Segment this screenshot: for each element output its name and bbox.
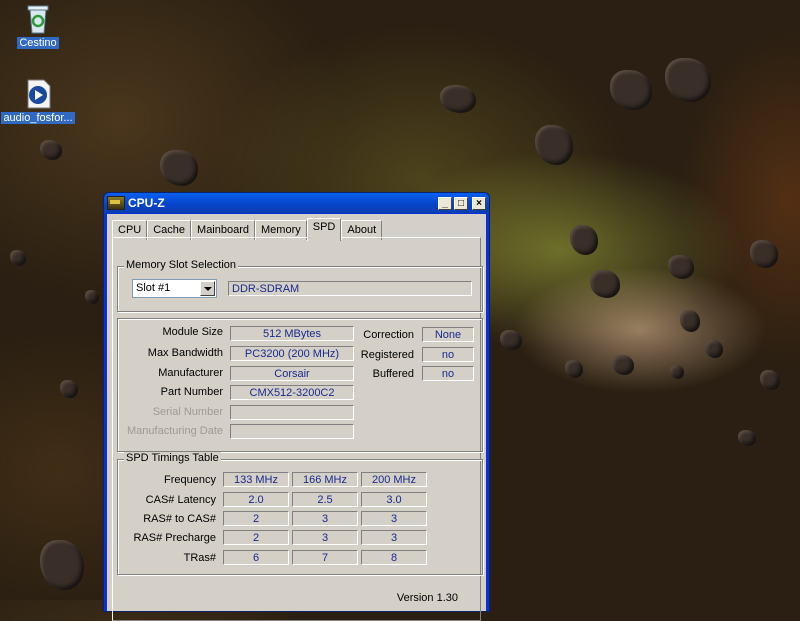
timing-cell: 3.0 bbox=[361, 492, 427, 507]
timing-cell: 3 bbox=[361, 511, 427, 526]
buffered-label: Buffered bbox=[372, 368, 414, 380]
timing-cell: 6 bbox=[223, 550, 289, 565]
module-info-group: Module Size 512 MBytes Max Bandwidth PC3… bbox=[117, 318, 483, 452]
chevron-down-icon[interactable] bbox=[200, 281, 215, 296]
timing-cell: 3 bbox=[292, 530, 358, 545]
memory-type-field: DDR-SDRAM bbox=[228, 281, 472, 296]
manufacturing-date-label: Manufacturing Date bbox=[127, 425, 223, 437]
row-label: RAS# Precharge bbox=[133, 532, 216, 544]
row-label: RAS# to CAS# bbox=[143, 513, 216, 525]
row-label: TRas# bbox=[183, 552, 216, 564]
slot-select[interactable]: Slot #1 bbox=[132, 279, 217, 298]
manufacturing-date-value bbox=[230, 424, 354, 439]
serial-number-value bbox=[230, 405, 354, 420]
module-size-label: Module Size bbox=[162, 326, 223, 338]
media-file-icon bbox=[22, 78, 54, 110]
max-bandwidth-label: Max Bandwidth bbox=[147, 347, 223, 359]
registered-label: Registered bbox=[360, 349, 414, 361]
timing-cell: 2.5 bbox=[292, 492, 358, 507]
cpuz-app-icon bbox=[107, 196, 125, 210]
cpuz-window: CPU-Z _ □ × CPU Cache Mainboard Memory S… bbox=[103, 192, 490, 621]
manufacturer-label: Manufacturer bbox=[158, 367, 223, 379]
buffered-value: no bbox=[422, 366, 474, 381]
minimize-button[interactable]: _ bbox=[438, 196, 452, 210]
memory-slot-selection-group: Memory Slot Selection Slot #1 DDR-SDRAM bbox=[117, 259, 483, 312]
close-button[interactable]: × bbox=[472, 196, 486, 210]
timing-cell: 3 bbox=[292, 511, 358, 526]
tab-bar: CPU Cache Mainboard Memory SPD About bbox=[112, 218, 383, 241]
slot-select-value: Slot #1 bbox=[136, 282, 171, 294]
spd-tab-pane: Memory Slot Selection Slot #1 DDR-SDRAM … bbox=[112, 237, 483, 621]
tab-spd[interactable]: SPD bbox=[306, 218, 342, 241]
registered-value: no bbox=[422, 347, 474, 362]
timing-cell: 166 MHz bbox=[292, 472, 358, 487]
window-title: CPU-Z bbox=[128, 196, 165, 210]
timing-cell: 7 bbox=[292, 550, 358, 565]
window-titlebar[interactable]: CPU-Z _ □ × bbox=[104, 193, 489, 213]
timing-cell: 2 bbox=[223, 511, 289, 526]
module-size-value: 512 MBytes bbox=[230, 326, 354, 341]
timing-cell: 3 bbox=[361, 530, 427, 545]
max-bandwidth-value: PC3200 (200 MHz) bbox=[230, 346, 354, 361]
row-label: Frequency bbox=[164, 474, 216, 486]
group-title: Memory Slot Selection bbox=[124, 259, 239, 271]
correction-value: None bbox=[422, 327, 474, 342]
maximize-button[interactable]: □ bbox=[454, 196, 468, 210]
correction-label: Correction bbox=[363, 329, 414, 341]
desktop-icon-audio-file[interactable]: audio_fosfor... bbox=[0, 78, 76, 124]
window-client-area: CPU Cache Mainboard Memory SPD About Mem… bbox=[107, 214, 486, 621]
manufacturer-value: Corsair bbox=[230, 366, 354, 381]
serial-number-label: Serial Number bbox=[152, 406, 223, 418]
part-number-label: Part Number bbox=[160, 386, 223, 398]
row-label: CAS# Latency bbox=[145, 494, 216, 506]
part-number-value: CMX512-3200C2 bbox=[230, 385, 354, 400]
spd-timings-group: SPD Timings Table Frequency 133 MHz 166 … bbox=[117, 452, 483, 575]
timing-cell: 2.0 bbox=[223, 492, 289, 507]
group-title: SPD Timings Table bbox=[124, 452, 221, 464]
timing-cell: 200 MHz bbox=[361, 472, 427, 487]
desktop-icon-label: audio_fosfor... bbox=[1, 112, 75, 124]
desktop-icon-recycle-bin[interactable]: Cestino bbox=[0, 3, 76, 49]
recycle-bin-icon bbox=[22, 3, 54, 35]
timing-cell: 133 MHz bbox=[223, 472, 289, 487]
desktop-icon-label: Cestino bbox=[17, 37, 59, 49]
version-label: Version 1.30 bbox=[396, 592, 458, 604]
timing-cell: 2 bbox=[223, 530, 289, 545]
timing-cell: 8 bbox=[361, 550, 427, 565]
